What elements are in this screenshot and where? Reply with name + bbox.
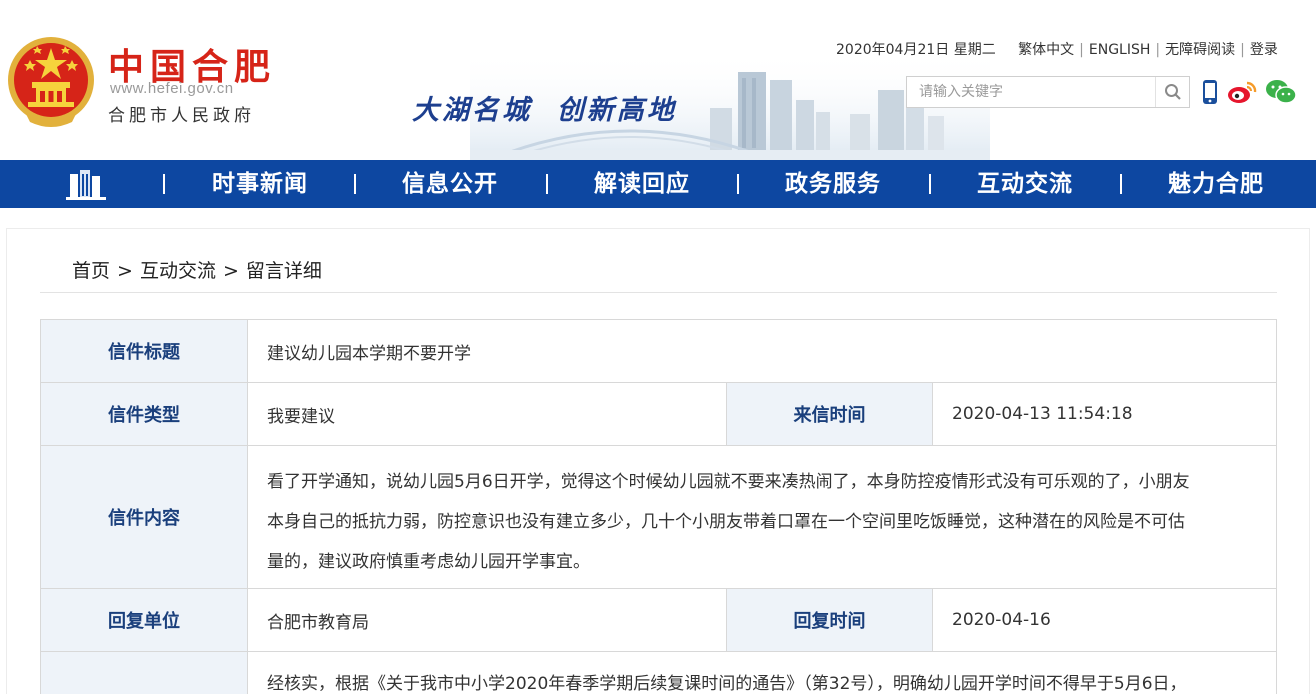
breadcrumb-separator: > — [222, 260, 239, 282]
search-box — [906, 76, 1190, 108]
wechat-icon — [1266, 80, 1297, 104]
wechat-link[interactable] — [1264, 76, 1298, 108]
nav-interpretation[interactable]: 解读回应 — [594, 160, 690, 208]
breadcrumb-divider — [40, 292, 1277, 293]
nav-government-services[interactable]: 政务服务 — [785, 160, 881, 208]
nav-home-link[interactable] — [66, 168, 106, 200]
reply-content-row: 经核实，根据《关于我市中小学2020年春季学期后续复课时间的通告》（第32号），… — [40, 651, 1277, 694]
nav-charm-hefei[interactable]: 魅力合肥 — [1168, 160, 1264, 208]
letter-title-label: 信件标题 — [41, 320, 247, 382]
site-header: 中国合肥 www.hefei.gov.cn 合肥市人民政府 大湖名城 创新高地 … — [0, 0, 1316, 160]
breadcrumb-separator: > — [117, 260, 133, 282]
weibo-icon — [1228, 81, 1257, 103]
search-icon — [1164, 84, 1181, 100]
nav-info-disclosure[interactable]: 信息公开 — [402, 160, 498, 208]
letter-detail-table: 信件标题 建议幼儿园本学期不要开学 信件类型 我要建议 来信时间 2020-04… — [40, 319, 1277, 694]
separator: | — [1240, 42, 1245, 58]
nav-divider — [546, 174, 548, 194]
reply-unit-row: 回复单位 合肥市教育局 回复时间 2020-04-16 — [40, 588, 1277, 651]
mobile-icon — [1203, 80, 1217, 104]
letter-type-value: 我要建议 — [267, 406, 335, 427]
breadcrumb-home[interactable]: 首页 — [72, 260, 110, 282]
reply-time-value: 2020-04-16 — [952, 610, 1051, 630]
letter-content-line: 本身自己的抵抗力弱，防控意识也没有建立多少，几十个小朋友带着口罩在一个空间里吃饭… — [267, 512, 1185, 532]
letter-time-label: 来信时间 — [727, 383, 932, 445]
top-utility-bar: 2020年04月21日 星期二 繁体中文 | ENGLISH | 无障碍阅读 | 登录 — [836, 39, 1278, 59]
letter-content-line: 看了开学通知，说幼儿园5月6日开学，觉得这个时候幼儿园就不要来凑热闹了，本身防控… — [267, 472, 1190, 492]
city-building-icon — [66, 170, 106, 200]
reply-content-line: 经核实，根据《关于我市中小学2020年春季学期后续复课时间的通告》（第32号），… — [267, 674, 1187, 694]
login-link[interactable]: 登录 — [1250, 42, 1278, 58]
letter-content-label: 信件内容 — [41, 446, 247, 588]
separator: | — [1079, 42, 1084, 58]
nav-divider — [354, 174, 356, 194]
letter-type-row: 信件类型 我要建议 来信时间 2020-04-13 11:54:18 — [40, 382, 1277, 445]
search-input[interactable] — [907, 77, 1157, 107]
nav-divider — [737, 174, 739, 194]
nav-divider — [929, 174, 931, 194]
breadcrumb-current: 留言详细 — [245, 260, 322, 282]
letter-content-line: 量的，建议政府慎重考虑幼儿园开学事宜。 — [267, 552, 590, 572]
reply-time-label: 回复时间 — [727, 589, 932, 651]
reply-content-value: 经核实，根据《关于我市中小学2020年春季学期后续复课时间的通告》（第32号），… — [247, 652, 1278, 694]
weibo-link[interactable] — [1226, 76, 1258, 108]
reply-unit-label: 回复单位 — [41, 589, 247, 651]
letter-title-row: 信件标题 建议幼儿园本学期不要开学 — [40, 319, 1277, 382]
letter-type-label: 信件类型 — [41, 383, 247, 445]
reply-unit-value: 合肥市教育局 — [267, 612, 369, 633]
nav-interaction[interactable]: 互动交流 — [977, 160, 1073, 208]
traditional-chinese-link[interactable]: 繁体中文 — [1018, 42, 1074, 58]
letter-content-value: 看了开学通知，说幼儿园5月6日开学，觉得这个时候幼儿园就不要来凑热闹了，本身防控… — [247, 446, 1278, 582]
nav-divider — [1120, 174, 1122, 194]
mobile-app-link[interactable] — [1200, 76, 1220, 108]
site-logo-subtitle: 合肥市人民政府 — [108, 106, 255, 126]
site-slogan: 大湖名城 创新高地 — [412, 95, 677, 126]
letter-title-value: 建议幼儿园本学期不要开学 — [267, 343, 471, 364]
separator: | — [1155, 42, 1161, 58]
main-navigation: 时事新闻 信息公开 解读回应 政务服务 互动交流 魅力合肥 — [0, 160, 1316, 208]
nav-divider — [163, 174, 165, 194]
current-date: 2020年04月21日 星期二 — [836, 42, 996, 58]
letter-time-value: 2020-04-13 11:54:18 — [952, 404, 1133, 424]
search-button[interactable] — [1155, 77, 1189, 107]
accessibility-link[interactable]: 无障碍阅读 — [1165, 42, 1235, 58]
breadcrumb: 首页 > 互动交流 > 留言详细 — [72, 256, 322, 283]
reply-content-label-cell — [41, 652, 247, 694]
breadcrumb-interaction[interactable]: 互动交流 — [140, 260, 216, 282]
nav-news[interactable]: 时事新闻 — [212, 160, 308, 208]
letter-content-row: 信件内容 看了开学通知，说幼儿园5月6日开学，觉得这个时候幼儿园就不要来凑热闹了… — [40, 445, 1277, 588]
site-logo-url: www.hefei.gov.cn — [110, 80, 234, 97]
national-emblem-icon — [8, 37, 94, 127]
english-link[interactable]: ENGLISH — [1089, 42, 1151, 58]
